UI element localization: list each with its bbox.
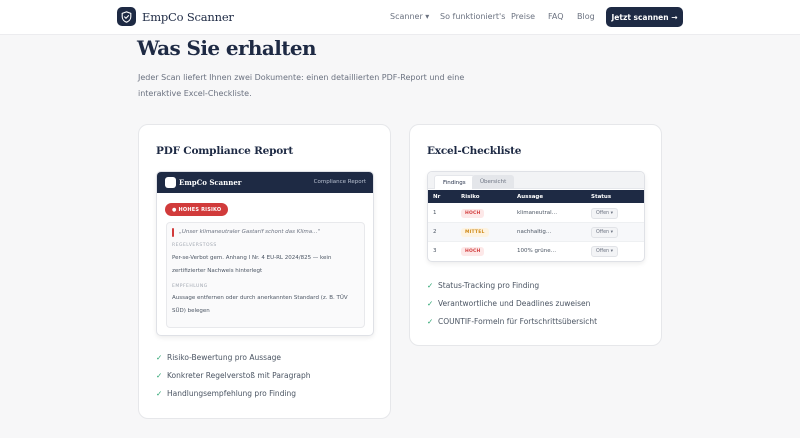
- finding-box: „Unser klimaneutraler Gastarif schont da…: [166, 222, 365, 328]
- violation-text: Per-se-Verbot gem. Anhang I Nr. 4 EU-RL …: [172, 255, 332, 274]
- column-header: Risiko: [461, 194, 480, 200]
- risk-badge: MITTEL: [461, 228, 489, 237]
- claim-quote: „Unser klimaneutraler Gastarif schont da…: [179, 229, 321, 235]
- table-row: 3 HOCH 100% grüne… Offen ▾: [428, 242, 644, 261]
- nav-link-faq[interactable]: FAQ: [548, 12, 564, 21]
- scan-now-button[interactable]: Jetzt scannen →: [606, 7, 683, 27]
- pdf-preview: EmpCo Scanner Compliance Report ● HOHES …: [156, 171, 374, 336]
- nav-link-scanner[interactable]: Scanner ▾: [390, 12, 429, 21]
- nav-link-how-it-works[interactable]: So funktioniert's: [440, 12, 505, 21]
- sheet-tabs: Findings Übersicht: [428, 172, 644, 189]
- recommendation-label: EMPFEHLUNG: [172, 284, 208, 289]
- risk-badge: HOCH: [461, 209, 485, 218]
- table-row: 2 MITTEL nachhaltig… Offen ▾: [428, 223, 644, 242]
- status-dropdown[interactable]: Offen ▾: [591, 208, 619, 219]
- column-header: Status: [591, 194, 612, 200]
- list-item: ✓ Risiko-Bewertung pro Aussage: [156, 352, 282, 362]
- pdf-feature-list: ✓ Risiko-Bewertung pro Aussage ✓ Konkreter…: [156, 348, 311, 402]
- check-icon: ✓: [427, 298, 434, 308]
- brand-logo-icon: [165, 177, 176, 188]
- card-title: PDF Compliance Report: [156, 145, 294, 157]
- nav-link-blog[interactable]: Blog: [577, 12, 595, 21]
- tab-overview[interactable]: Übersicht: [472, 175, 515, 189]
- list-item: ✓ Verantwortliche und Deadlines zuweisen: [427, 298, 591, 308]
- status-dropdown[interactable]: Offen ▾: [591, 227, 619, 238]
- column-header: Nr: [433, 194, 441, 200]
- table-row: 1 HOCH klimaneutral… Offen ▾: [428, 204, 644, 223]
- check-icon: ✓: [427, 280, 434, 290]
- risk-badge: HOCH: [461, 247, 485, 256]
- list-item: ✓ Konkreter Regelverstoß mit Paragraph: [156, 370, 311, 380]
- table-header: Nr Risiko Aussage Status: [428, 190, 644, 203]
- recommendation-text: Aussage entfernen oder durch anerkannten…: [172, 295, 348, 314]
- excel-preview: Findings Übersicht Nr Risiko Aussage Sta…: [427, 171, 645, 262]
- pdf-preview-header: EmpCo Scanner Compliance Report: [157, 172, 373, 193]
- check-icon: ✓: [156, 388, 163, 398]
- top-navbar: EmpCo Scanner Scanner ▾ So funktioniert'…: [0, 0, 800, 35]
- check-icon: ✓: [156, 352, 163, 362]
- list-item: ✓ COUNTIF-Formeln für Fortschrittsübersic…: [427, 316, 598, 326]
- list-item: ✓ Handlungsempfehlung pro Finding: [156, 388, 297, 398]
- excel-checklist-card: Excel-Checkliste Findings Übersicht Nr R…: [409, 124, 662, 346]
- column-header: Aussage: [517, 194, 544, 200]
- pdf-brand: EmpCo Scanner: [179, 178, 242, 187]
- tab-findings[interactable]: Findings: [434, 175, 475, 189]
- nav-link-pricing[interactable]: Preise: [511, 12, 535, 21]
- check-icon: ✓: [427, 316, 434, 326]
- high-risk-badge: ● HOHES RISIKO: [165, 203, 229, 216]
- violation-label: REGELVERSTOSS: [172, 243, 217, 248]
- card-title: Excel-Checkliste: [427, 145, 522, 157]
- check-icon: ✓: [156, 370, 163, 380]
- list-item: ✓ Status-Tracking pro Finding: [427, 280, 540, 290]
- section-intro: Jeder Scan liefert Ihnen zwei Dokumente:…: [138, 73, 465, 98]
- quote-accent: [172, 228, 174, 237]
- pdf-report-card: PDF Compliance Report EmpCo Scanner Comp…: [138, 124, 391, 419]
- section-title: Was Sie erhalten: [137, 36, 317, 60]
- excel-feature-list: ✓ Status-Tracking pro Finding ✓ Verantwort…: [427, 276, 597, 330]
- pdf-doc-label: Compliance Report: [313, 179, 366, 185]
- status-dropdown[interactable]: Offen ▾: [591, 246, 619, 257]
